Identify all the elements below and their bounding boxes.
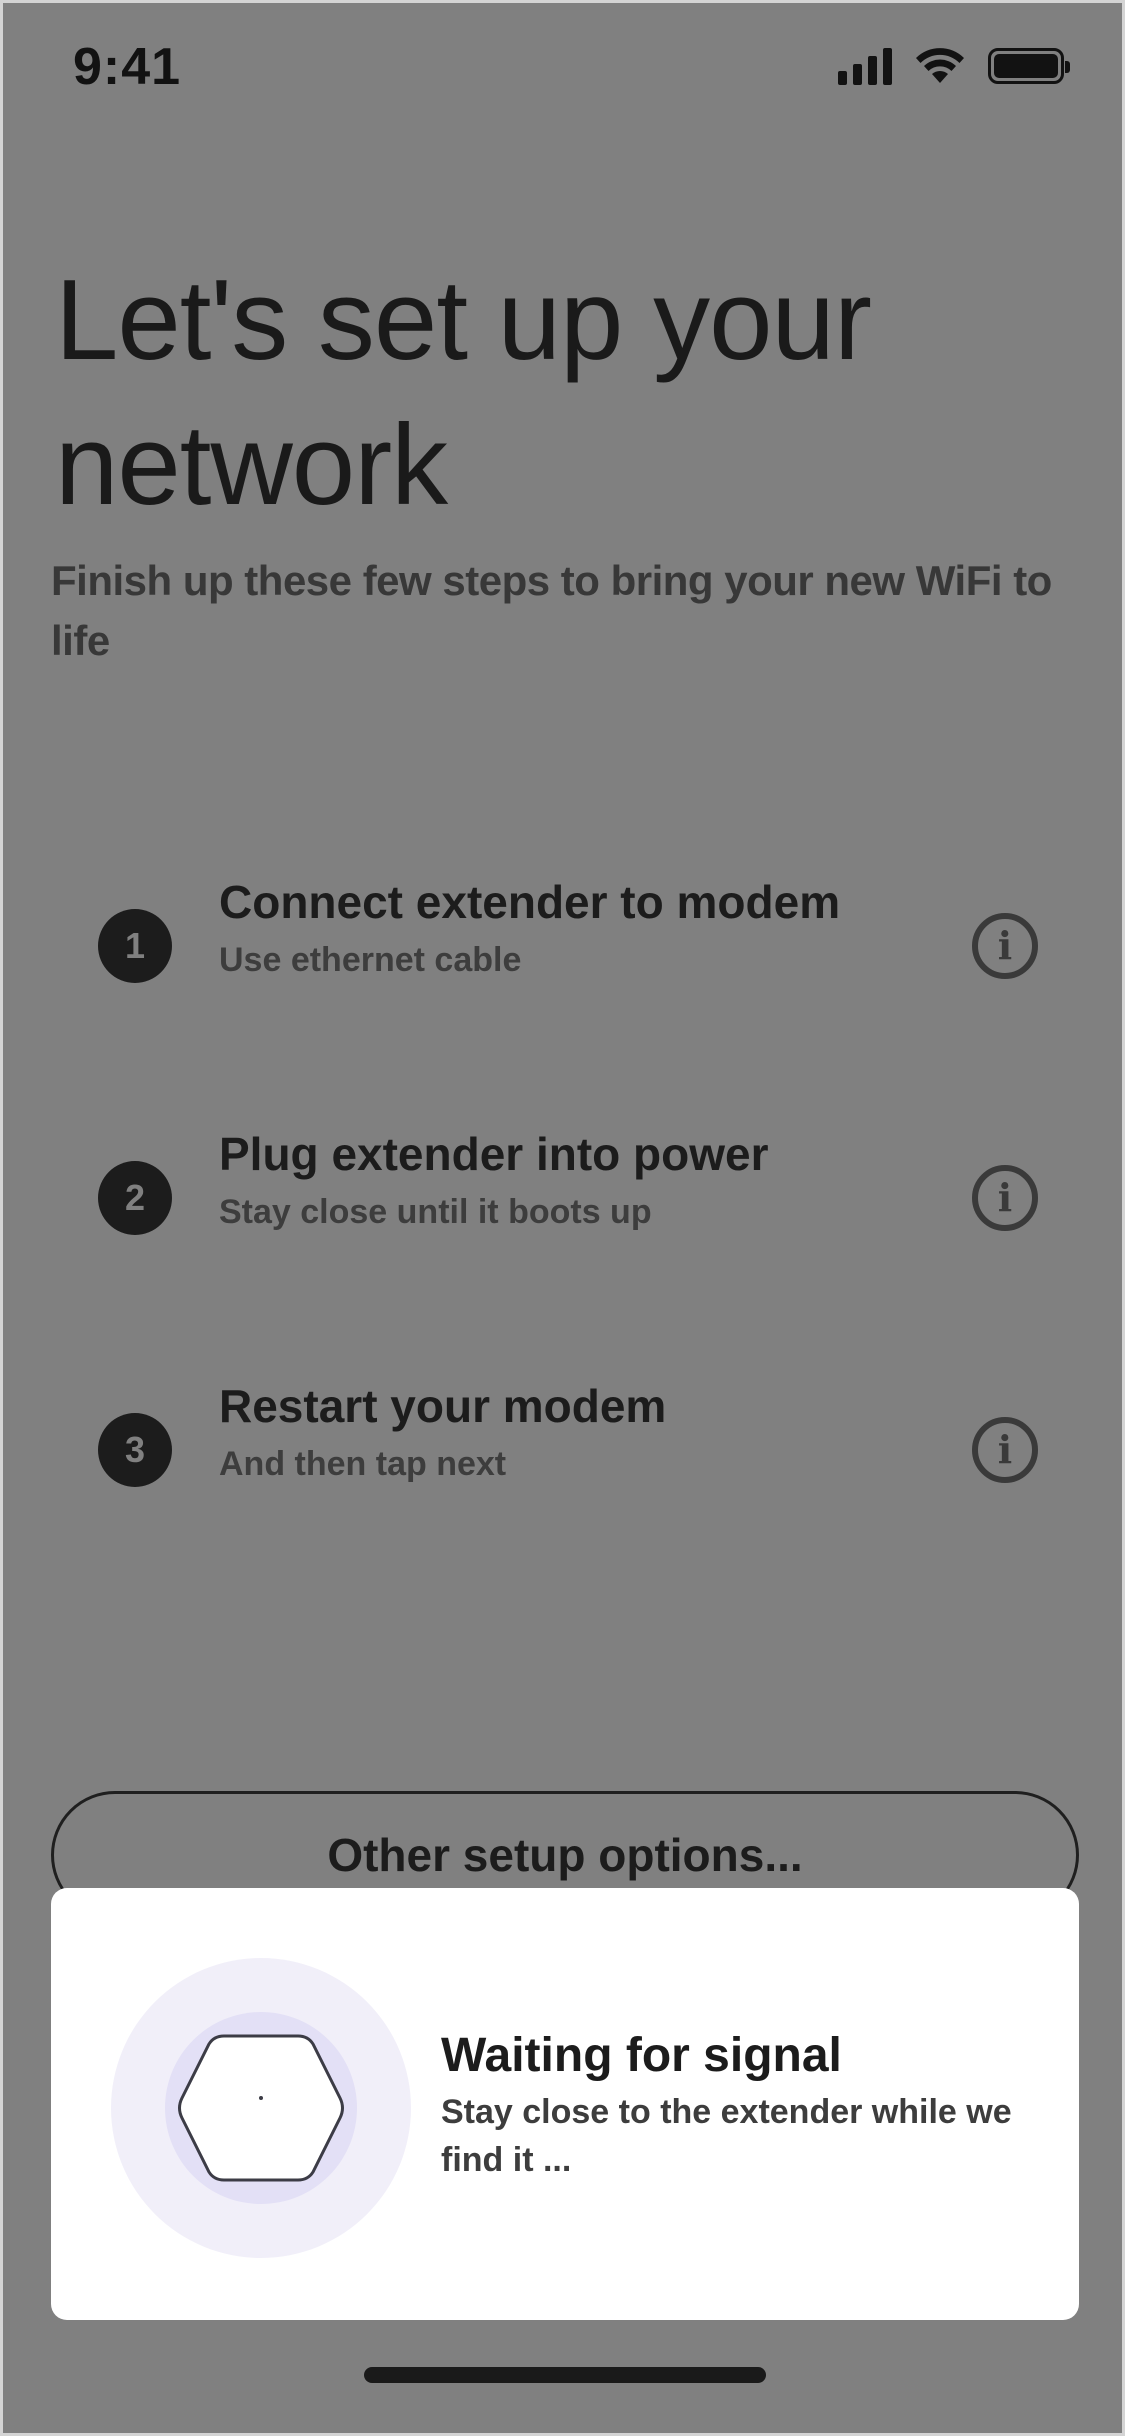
step-subtitle: Use ethernet cable bbox=[219, 941, 522, 979]
page-subtitle: Finish up these few steps to bring your … bbox=[51, 557, 1052, 664]
signal-icon bbox=[838, 47, 892, 85]
step-number-badge: 1 bbox=[98, 909, 172, 983]
info-icon[interactable]: i bbox=[972, 913, 1038, 979]
info-icon[interactable]: i bbox=[972, 1165, 1038, 1231]
info-icon[interactable]: i bbox=[972, 1417, 1038, 1483]
signal-card-title: Waiting for signal bbox=[441, 2029, 842, 2082]
step-subtitle: And then tap next bbox=[219, 1445, 507, 1483]
home-indicator[interactable] bbox=[364, 2367, 766, 2383]
step-item-2: 2 Plug extender into power Stay close un… bbox=[98, 1127, 1038, 1257]
signal-card: Waiting for signal Stay close to the ext… bbox=[51, 1888, 1079, 2320]
battery-icon bbox=[988, 48, 1070, 84]
status-icons bbox=[838, 47, 1070, 85]
step-item-3: 3 Restart your modem And then tap next i bbox=[98, 1379, 1038, 1509]
status-bar: 9:41 bbox=[3, 3, 1122, 133]
setup-screen: 9:41 Let's set up your network Finish up… bbox=[0, 0, 1125, 2436]
status-time: 9:41 bbox=[73, 38, 182, 96]
extender-device-icon bbox=[178, 2034, 344, 2182]
step-item-1: 1 Connect extender to modem Use ethernet… bbox=[98, 875, 1038, 1005]
step-number-badge: 2 bbox=[98, 1161, 172, 1235]
page-title: Let's set up your network bbox=[55, 257, 872, 529]
step-title: Restart your modem bbox=[219, 1380, 667, 1432]
signal-card-subtitle: Stay close to the extender while we find… bbox=[441, 2093, 1012, 2179]
step-subtitle: Stay close until it boots up bbox=[219, 1193, 652, 1231]
step-title: Connect extender to modem bbox=[219, 876, 841, 928]
step-number-badge: 3 bbox=[98, 1413, 172, 1487]
step-title: Plug extender into power bbox=[219, 1128, 769, 1180]
other-setup-options-label: Other setup options... bbox=[327, 1829, 803, 1881]
wifi-icon bbox=[916, 48, 964, 83]
